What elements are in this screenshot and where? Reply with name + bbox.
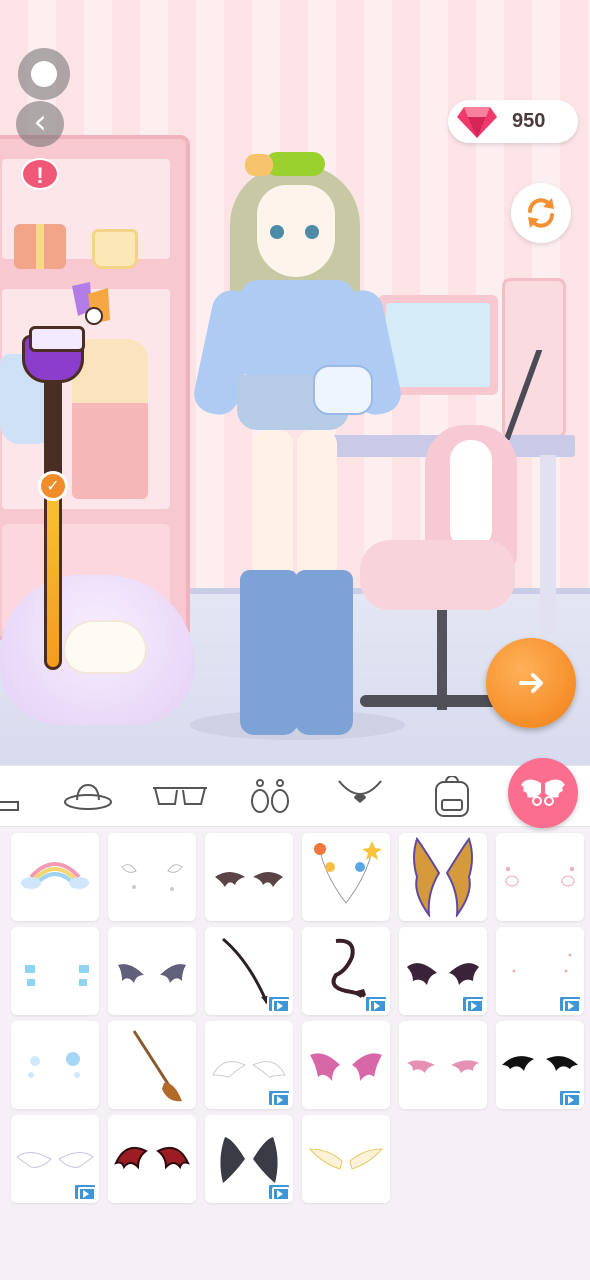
pink-demon-wings-icon: [310, 1053, 382, 1081]
item-balloon-antennae[interactable]: [302, 833, 390, 921]
gift-box: [14, 224, 66, 269]
ad-video-icon: [267, 1183, 291, 1201]
slider-track: [44, 340, 62, 670]
tab-wings-selected[interactable]: [508, 758, 578, 828]
next-button[interactable]: [486, 638, 576, 728]
back-button[interactable]: ‹: [16, 101, 64, 147]
item-pink-bat-wings[interactable]: [399, 1021, 487, 1109]
tab-glasses[interactable]: [150, 776, 210, 818]
left-boot: [240, 570, 298, 735]
ad-video-icon: [461, 995, 485, 1013]
snowflakes-icon: [28, 1052, 80, 1078]
earrings-icon: [251, 779, 289, 813]
ad-video-icon: [558, 995, 582, 1013]
ice-crystals-icon: [25, 965, 89, 986]
wings-icon: [521, 779, 565, 806]
item-tiny-sparkles[interactable]: [496, 927, 584, 1015]
backpack-icon: [435, 776, 469, 817]
hat-icon: [64, 783, 112, 810]
item-devil-tail[interactable]: [205, 927, 293, 1015]
slider-handle-check-icon[interactable]: ✓: [38, 470, 68, 501]
ribbon-icon: [72, 282, 110, 325]
tab-backpack[interactable]: [422, 776, 482, 818]
pink-bat-wings-icon: [407, 1060, 479, 1073]
style-level-slider[interactable]: ✓: [20, 280, 110, 675]
tab-shoes[interactable]: [0, 776, 30, 818]
ad-video-icon: [73, 1183, 97, 1201]
category-bar: [0, 765, 590, 827]
bunny-clips-icon: [505, 867, 575, 887]
tab-earrings[interactable]: [240, 776, 300, 818]
rainbow-clouds-icon: [21, 862, 89, 889]
item-snowflakes[interactable]: [11, 1021, 99, 1109]
glasses-icon: [153, 787, 207, 805]
tab-hat[interactable]: [58, 776, 118, 818]
alert-badge[interactable]: !: [21, 158, 59, 190]
circle-icon: [31, 61, 57, 87]
shoes-icon: [0, 801, 19, 811]
right-boot: [295, 570, 353, 735]
blue-crop-top: [240, 280, 355, 375]
item-bunny-clips[interactable]: [496, 833, 584, 921]
gem-count: 950: [512, 110, 546, 132]
item-golden-feather-wings[interactable]: [399, 833, 487, 921]
ad-video-icon: [267, 995, 291, 1013]
right-leg: [297, 430, 337, 580]
small-bat-wings-icon: [215, 872, 283, 887]
ad-video-icon: [267, 1089, 291, 1107]
slider-fill: [47, 488, 59, 667]
character-face: [257, 185, 335, 277]
gem-counter[interactable]: 950: [448, 100, 578, 143]
handbag: [92, 229, 138, 269]
potion-icon: [22, 326, 85, 383]
character[interactable]: [185, 150, 410, 740]
dark-bat-wings-icon: [118, 964, 186, 983]
item-white-feather-wings[interactable]: [205, 1021, 293, 1109]
witch-broom-icon: [132, 1030, 182, 1102]
refresh-icon: [528, 198, 554, 228]
chevron-left-icon: ‹: [33, 102, 47, 142]
item-pink-demon-wings[interactable]: [302, 1021, 390, 1109]
item-dark-bat-wings[interactable]: [108, 927, 196, 1015]
gem-icon: [457, 106, 497, 138]
left-leg: [253, 430, 293, 580]
item-small-bat-wings[interactable]: [205, 833, 293, 921]
red-demon-wings-icon: [114, 1147, 190, 1170]
item-golden-angel-wings[interactable]: [302, 1115, 390, 1203]
tab-necklace[interactable]: [330, 776, 390, 818]
item-black-bat-wings[interactable]: [496, 1021, 584, 1109]
hair-bow: [245, 152, 325, 176]
item-witch-broom[interactable]: [108, 1021, 196, 1109]
exclamation-icon: !: [36, 163, 44, 188]
ad-video-icon: [558, 1089, 582, 1107]
refresh-button[interactable]: [511, 183, 571, 243]
balloon-antennae-icon: [314, 841, 382, 904]
item-curly-devil-tail[interactable]: [302, 927, 390, 1015]
ad-video-icon: [364, 995, 388, 1013]
white-sparkle-wings-icon: [121, 864, 183, 891]
left-eye: [270, 225, 284, 239]
item-rainbow-clouds[interactable]: [11, 833, 99, 921]
arrow-right-icon: [519, 673, 543, 693]
item-purple-demon-wings[interactable]: [399, 927, 487, 1015]
item-black-feather-wings[interactable]: [205, 1115, 293, 1203]
golden-angel-wings-icon: [308, 1148, 384, 1170]
right-eye: [305, 225, 319, 239]
item-angel-wings[interactable]: [11, 1115, 99, 1203]
home-button[interactable]: [18, 48, 70, 100]
golden-feather-wings-icon: [413, 837, 473, 917]
item-red-demon-wings[interactable]: [108, 1115, 196, 1203]
necklace-icon: [338, 780, 382, 803]
chair-pillow: [450, 440, 492, 550]
item-white-sparkle-wings[interactable]: [108, 833, 196, 921]
item-ice-crystals[interactable]: [11, 927, 99, 1015]
bunny-bag: [313, 365, 373, 415]
desk-leg: [540, 455, 556, 635]
